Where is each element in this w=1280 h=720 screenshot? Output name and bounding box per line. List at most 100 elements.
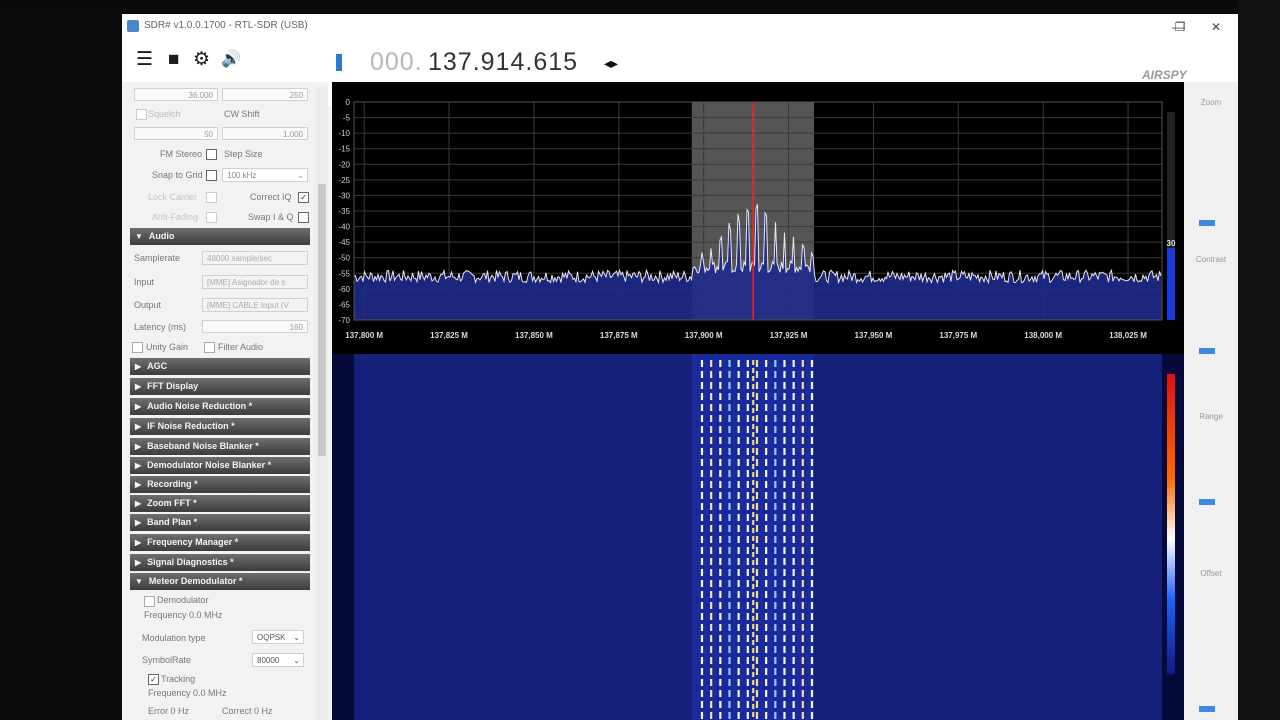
filter-audio-checkbox[interactable]: [204, 342, 215, 353]
section-label: Frequency Manager *: [147, 537, 239, 547]
level-bar-label: 30: [1167, 239, 1176, 248]
y-tick-label: -20: [338, 160, 350, 169]
section-label: FFT Display: [147, 381, 199, 391]
section-baseband-noise-blanker[interactable]: ▶ Baseband Noise Blanker *: [130, 438, 310, 455]
latency-label: Latency (ms): [134, 322, 187, 332]
chevron-right-icon: ▶: [135, 422, 142, 431]
x-tick-label: 137,925 M: [770, 331, 808, 340]
frequency-prefix[interactable]: 000.: [370, 48, 423, 77]
waterfall-display[interactable]: [332, 354, 1184, 720]
chevron-right-icon: ▶: [135, 558, 142, 567]
chevron-right-icon: ▶: [135, 480, 142, 489]
chevron-down-icon: ⌄: [297, 171, 304, 180]
lock-carrier-checkbox[interactable]: [206, 192, 217, 203]
y-tick-label: -30: [338, 191, 350, 200]
bandwidth-input[interactable]: 36.000: [134, 88, 218, 101]
x-tick-label: 138,000 M: [1024, 331, 1062, 340]
meteor-demodulator-checkbox[interactable]: [144, 596, 155, 607]
section-agc[interactable]: ▶ AGC: [130, 358, 310, 375]
brand-logo: AIRSPY: [1142, 68, 1187, 82]
control-panel: 36.000 250 Squelch CW Shift 50 1.000 FM …: [122, 82, 328, 720]
audio-icon[interactable]: 🔊: [221, 50, 241, 70]
range-slider-thumb[interactable]: [1199, 499, 1215, 505]
contrast-slider-thumb[interactable]: [1199, 348, 1215, 354]
samplerate-label: Samplerate: [134, 253, 181, 263]
section-label: IF Noise Reduction *: [147, 421, 235, 431]
latency-input[interactable]: 160: [202, 320, 308, 333]
y-tick-label: -60: [338, 285, 350, 294]
title-bar[interactable]: SDR# v1.0.0.1700 - RTL-SDR (USB) — ❐ ✕: [122, 14, 1238, 40]
anti-fading-checkbox[interactable]: [206, 212, 217, 223]
tracking-label: Tracking: [161, 674, 196, 684]
output-device-select[interactable]: [MME] CABLE Input (V: [202, 298, 308, 312]
section-demodulator-noise-blanker[interactable]: ▶ Demodulator Noise Blanker *: [130, 457, 310, 474]
tracking-frequency-label: Frequency 0.0 MHz: [148, 688, 227, 698]
menu-icon[interactable]: ☰: [136, 50, 153, 70]
tracking-checkbox[interactable]: ✓: [148, 674, 159, 685]
section-fft-display[interactable]: ▶ FFT Display: [130, 378, 310, 395]
samplerate-select[interactable]: 48000 sample/sec: [202, 251, 308, 265]
monitor-bezel-top: [0, 0, 1280, 14]
modulation-type-select[interactable]: OQPSK ⌄: [252, 630, 304, 644]
offset-label: Offset: [1200, 569, 1222, 578]
y-tick-label: -25: [338, 176, 350, 185]
unity-gain-checkbox[interactable]: [132, 342, 143, 353]
correct-label: Correct 0 Hz: [222, 706, 273, 716]
section-audio-noise-reduction[interactable]: ▶ Audio Noise Reduction *: [130, 398, 310, 415]
app-icon: [127, 20, 139, 32]
section-label: Audio Noise Reduction *: [147, 401, 253, 411]
samplerate-value: 48000 sample/sec: [207, 254, 272, 263]
section-band-plan[interactable]: ▶ Band Plan *: [130, 514, 310, 531]
squelch-label: Squelch: [148, 109, 181, 119]
input-label: Input: [134, 277, 155, 287]
section-if-noise-reduction[interactable]: ▶ IF Noise Reduction *: [130, 418, 310, 435]
input-device-select[interactable]: [MME] Asignador de s: [202, 275, 308, 289]
spectrum-display[interactable]: 0 -5 -10 -15 -20 -25 -30 -35 -40 -45 -50 -55 -60 -65 -…: [332, 82, 1184, 720]
tune-arrows-icon[interactable]: ◂▸: [604, 55, 618, 72]
zoom-slider-thumb[interactable]: [1199, 220, 1215, 226]
display-settings-panel: Zoom Contrast Range Offset: [1184, 82, 1238, 720]
section-signal-diagnostics[interactable]: ▶ Signal Diagnostics *: [130, 554, 310, 571]
close-button[interactable]: ✕: [1206, 20, 1226, 34]
zoom-label: Zoom: [1200, 98, 1222, 107]
stop-icon[interactable]: ■: [168, 50, 179, 70]
frequency-display[interactable]: 137.914.615: [428, 48, 578, 77]
step-size-select[interactable]: 100 kHz ⌄: [222, 168, 308, 182]
output-label: Output: [134, 300, 162, 310]
snap-to-grid-checkbox[interactable]: [206, 170, 217, 181]
level-bar-fill: [1167, 248, 1175, 320]
section-frequency-manager[interactable]: ▶ Frequency Manager *: [130, 534, 310, 551]
correct-iq-checkbox[interactable]: ✓: [298, 192, 309, 203]
left-panel-scrollbar[interactable]: [316, 86, 328, 720]
step-size-value: 100 kHz: [227, 171, 257, 180]
section-recording[interactable]: ▶ Recording *: [130, 476, 310, 493]
section-audio-label: Audio: [148, 231, 175, 241]
y-tick-label: -40: [338, 223, 350, 232]
section-label: Signal Diagnostics *: [147, 557, 234, 567]
chevron-down-icon: ⌄: [293, 633, 300, 642]
scrollbar-thumb[interactable]: [318, 184, 326, 456]
section-audio[interactable]: ▼ Audio: [130, 228, 310, 245]
section-label: Baseband Noise Blanker *: [147, 441, 259, 451]
squelch-input[interactable]: 50: [134, 127, 218, 140]
symbolrate-label: SymbolRate: [142, 655, 192, 665]
symbolrate-select[interactable]: 80000 ⌄: [252, 653, 304, 667]
fm-stereo-checkbox[interactable]: [206, 149, 217, 160]
order-input[interactable]: 250: [222, 88, 308, 101]
output-device-value: [MME] CABLE Input (V: [207, 301, 289, 310]
cw-shift-input[interactable]: 1.000: [222, 127, 308, 140]
section-zoom-fft[interactable]: ▶ Zoom FFT *: [130, 495, 310, 512]
settings-icon[interactable]: ⚙: [193, 50, 210, 70]
correct-iq-label: Correct IQ: [250, 192, 292, 202]
fft-spectrum-chart[interactable]: 0 -5 -10 -15 -20 -25 -30 -35 -40 -45 -50 -55 -60 -65 -…: [332, 82, 1184, 350]
section-meteor-demodulator[interactable]: ▼ Meteor Demodulator *: [130, 573, 310, 590]
maximize-button[interactable]: ❐: [1170, 20, 1190, 34]
y-tick-label: -10: [338, 129, 350, 138]
y-tick-label: -5: [343, 114, 351, 123]
swap-iq-checkbox[interactable]: [298, 212, 309, 223]
error-label: Error 0 Hz: [148, 706, 190, 716]
y-tick-label: 0: [346, 98, 351, 107]
sdr-window: SDR# v1.0.0.1700 - RTL-SDR (USB) — ❐ ✕ ☰…: [122, 14, 1238, 720]
squelch-checkbox[interactable]: [136, 109, 147, 120]
offset-slider-thumb[interactable]: [1199, 706, 1215, 712]
